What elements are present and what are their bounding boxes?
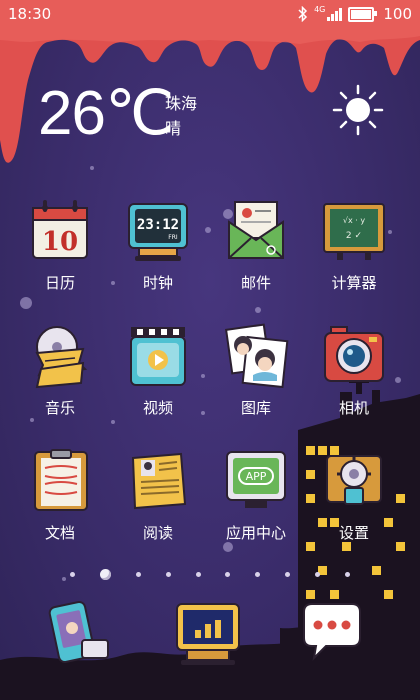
clock-weekday: FRI: [168, 234, 178, 241]
weather-temperature[interactable]: 26℃: [38, 76, 175, 149]
status-bar: 18:30 4G 100: [0, 0, 420, 28]
page-dot[interactable]: [285, 571, 291, 577]
app-documents[interactable]: 文档: [15, 448, 105, 543]
page-dot[interactable]: [255, 571, 261, 577]
document-icon: [27, 448, 93, 514]
clock-icon: 23:12 FRI: [125, 198, 191, 264]
app-label: 计算器: [331, 274, 377, 292]
app-center-icon: APP: [223, 448, 289, 514]
sun-icon[interactable]: [332, 84, 384, 136]
calculator-icon: √x · y 2 ✓: [321, 198, 387, 264]
app-video[interactable]: 视频: [113, 323, 203, 418]
app-calendar[interactable]: 10 日历: [15, 198, 105, 293]
page-dot-active[interactable]: [99, 568, 111, 580]
app-label: 相机: [338, 399, 369, 417]
music-icon: [27, 323, 93, 389]
camera-icon: [321, 323, 387, 389]
page-dot[interactable]: [315, 571, 320, 577]
page-dot[interactable]: [195, 571, 201, 577]
phone-icon[interactable]: [46, 598, 116, 668]
svg-text:2 ✓: 2 ✓: [346, 231, 362, 241]
clock-time: 23:12: [137, 217, 179, 233]
app-clock[interactable]: 23:12 FRI 时钟: [113, 198, 203, 293]
gallery-icon: [223, 323, 289, 389]
app-label: 阅读: [142, 524, 173, 542]
page-dot[interactable]: [344, 571, 350, 577]
app-label: 应用中心: [225, 524, 286, 542]
temperature-unit: ℃: [104, 79, 175, 148]
app-gallery[interactable]: 图库: [211, 323, 301, 418]
weather-city: 珠海: [165, 94, 198, 113]
page-dot[interactable]: [70, 571, 75, 577]
battery-percent: 100: [383, 5, 412, 23]
mail-icon: [223, 198, 289, 264]
app-label: 图库: [240, 399, 271, 417]
app-label: 时钟: [142, 274, 173, 292]
app-label: 邮件: [240, 274, 271, 292]
page-indicator[interactable]: [70, 568, 350, 580]
signal-icon: [327, 7, 343, 21]
status-time: 18:30: [8, 5, 52, 23]
app-label: 音乐: [44, 399, 75, 417]
page-dot[interactable]: [225, 571, 231, 577]
app-music[interactable]: 音乐: [15, 323, 105, 418]
app-label: 文档: [44, 524, 75, 542]
svg-text:√x · y: √x · y: [343, 216, 365, 225]
app-center-screen-text: APP: [246, 470, 267, 483]
network-type: 4G: [314, 5, 326, 14]
app-settings[interactable]: 设置: [309, 448, 399, 543]
page-dot[interactable]: [165, 571, 171, 577]
reader-icon: [125, 448, 191, 514]
video-icon: [125, 323, 191, 389]
bluetooth-icon: [298, 6, 308, 22]
app-mail[interactable]: 邮件: [211, 198, 301, 293]
settings-icon: [321, 448, 387, 514]
app-app-center[interactable]: APP 应用中心: [211, 448, 301, 543]
app-label: 视频: [142, 399, 173, 417]
temperature-value: 26: [38, 79, 106, 148]
calendar-day: 10: [42, 227, 78, 257]
app-label: 日历: [44, 274, 75, 292]
calendar-icon: 10: [27, 198, 93, 264]
messages-icon[interactable]: [296, 598, 366, 668]
home-screen: 18:30 4G 100 26℃ 珠海 晴 10 日历 23:12 FRI 时钟…: [0, 0, 420, 700]
browser-icon[interactable]: [173, 598, 243, 668]
page-dot[interactable]: [135, 571, 141, 577]
app-reader[interactable]: 阅读: [113, 448, 203, 543]
app-label: 设置: [338, 524, 369, 542]
weather-condition: 晴: [165, 119, 182, 138]
app-calculator[interactable]: √x · y 2 ✓ 计算器: [309, 198, 399, 293]
app-camera[interactable]: 相机: [309, 323, 399, 418]
battery-icon: [348, 6, 378, 22]
